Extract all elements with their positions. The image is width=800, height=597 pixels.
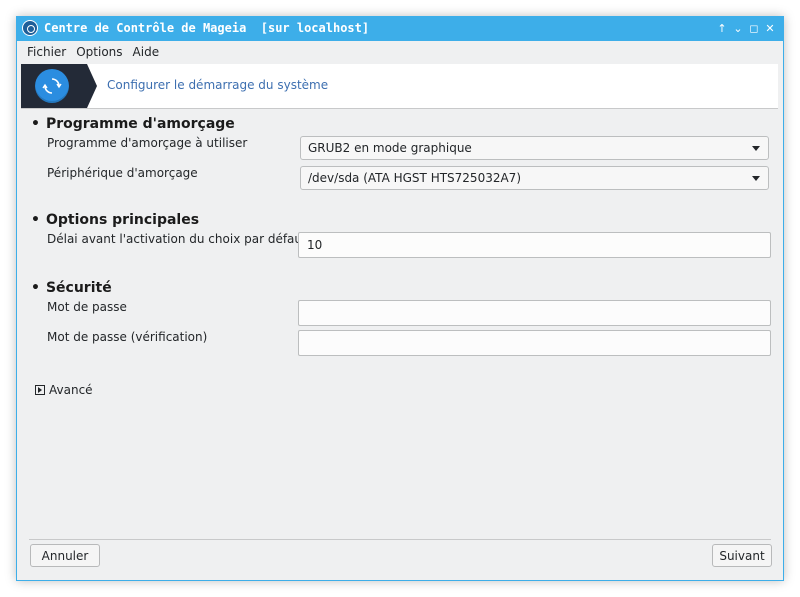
minimize-icon[interactable]: ⌄	[731, 20, 745, 36]
advanced-expander[interactable]: Avancé	[35, 383, 93, 397]
bottom-divider	[29, 539, 771, 540]
maximize-icon[interactable]: ◻	[747, 20, 761, 36]
password-confirm-label: Mot de passe (vérification)	[47, 330, 208, 344]
boot-device-label: Périphérique d'amorçage	[47, 166, 198, 180]
bullet-icon: •	[31, 116, 40, 132]
title-bar[interactable]: Centre de Contrôle de Mageia [sur localh…	[17, 17, 783, 41]
menu-aide[interactable]: Aide	[128, 45, 165, 59]
refresh-icon	[35, 69, 69, 103]
next-button[interactable]: Suivant	[712, 544, 772, 567]
header-banner: Configurer le démarrage du système	[21, 64, 778, 109]
mageia-app-icon[interactable]	[22, 20, 38, 36]
window-title: Centre de Contrôle de Mageia [sur localh…	[44, 21, 370, 35]
dropdown-arrow-icon	[752, 176, 760, 181]
section-title-bootloader-text: Programme d'amorçage	[45, 116, 235, 132]
password-confirm-field[interactable]	[298, 330, 771, 356]
menu-fichier[interactable]: Fichier	[22, 45, 71, 59]
menu-options[interactable]: Options	[71, 45, 127, 59]
section-title-security: • Sécurité	[31, 280, 112, 296]
advanced-label: Avancé	[49, 383, 93, 397]
banner-title: Configurer le démarrage du système	[107, 78, 329, 92]
section-title-security-text: Sécurité	[45, 280, 112, 296]
bullet-icon: •	[31, 280, 40, 296]
password-field[interactable]	[298, 300, 771, 326]
password-label: Mot de passe	[47, 300, 127, 314]
keep-above-icon[interactable]: ↑	[715, 20, 729, 36]
section-title-bootloader: • Programme d'amorçage	[31, 116, 235, 132]
cancel-button[interactable]: Annuler	[30, 544, 100, 567]
banner-icon-panel	[21, 64, 97, 108]
dropdown-arrow-icon	[752, 146, 760, 151]
boot-device-value: /dev/sda (ATA HGST HTS725032A7)	[308, 171, 521, 185]
section-title-main-options: • Options principales	[31, 212, 199, 228]
boot-device-select[interactable]: /dev/sda (ATA HGST HTS725032A7)	[300, 166, 769, 190]
section-title-main-options-text: Options principales	[45, 212, 200, 228]
default-delay-input[interactable]	[298, 232, 771, 258]
bootloader-program-select[interactable]: GRUB2 en mode graphique	[300, 136, 769, 160]
bootloader-program-label: Programme d'amorçage à utiliser	[47, 136, 248, 150]
bootloader-program-value: GRUB2 en mode graphique	[308, 141, 472, 155]
default-delay-label: Délai avant l'activation du choix par dé…	[47, 232, 307, 246]
close-icon[interactable]: ✕	[763, 20, 777, 36]
bullet-icon: •	[31, 212, 40, 228]
menu-bar: Fichier Options Aide	[17, 41, 783, 63]
mcc-window: Centre de Contrôle de Mageia [sur localh…	[16, 16, 784, 581]
window-controls: ↑ ⌄ ◻ ✕	[715, 20, 777, 36]
expand-arrow-icon[interactable]	[35, 385, 45, 395]
